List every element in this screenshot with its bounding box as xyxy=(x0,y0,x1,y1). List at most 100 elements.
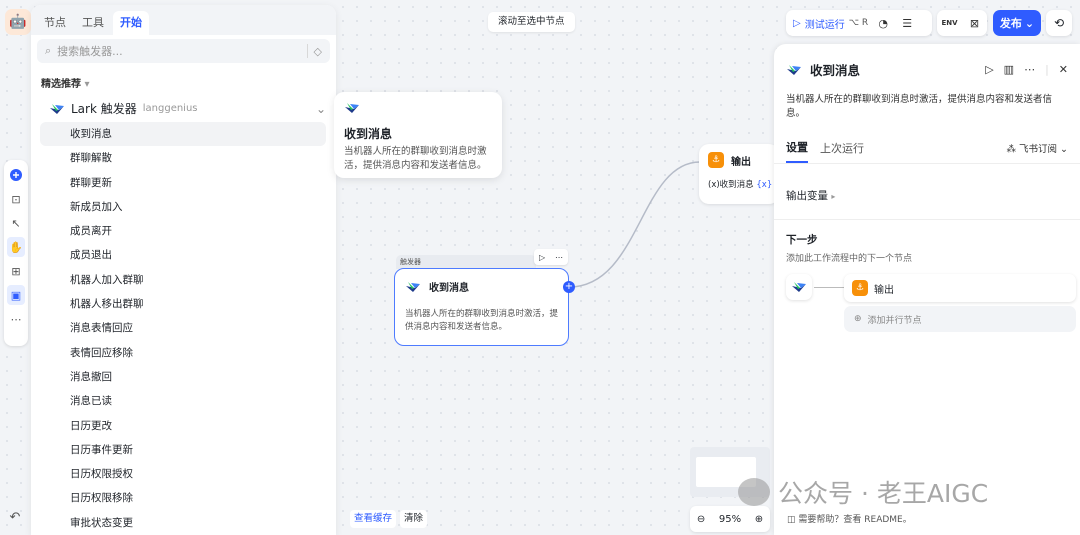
clear-button[interactable]: 清除 xyxy=(400,510,428,528)
organize-icon[interactable]: ⊞ xyxy=(7,261,25,281)
next-node-output[interactable]: ⚓ 输出 xyxy=(844,274,1076,302)
lark-logo-icon xyxy=(49,103,65,115)
connector-line xyxy=(814,287,844,288)
panel-title[interactable]: 收到消息 xyxy=(810,60,860,79)
output-node[interactable]: ⚓ 输出 (x)收到消息 {x} xyxy=(699,144,779,204)
chevron-down-icon: ⌄ xyxy=(1060,144,1068,155)
group-lark-trigger[interactable]: Lark 触发器 langgenius ⌄ xyxy=(31,90,336,117)
next-step-flow: ⚓ 输出 ⊕ 添加并行节点 xyxy=(786,274,1076,344)
variables-icon[interactable]: ☰ xyxy=(898,14,916,32)
subscription-label: 飞书订阅 xyxy=(1018,144,1057,155)
subscription-icon: ⁂ xyxy=(1006,144,1016,155)
docs-icon[interactable]: ▥ xyxy=(1004,63,1014,76)
trigger-item[interactable]: 机器人移出群聊 xyxy=(40,292,326,316)
group-author: langgenius xyxy=(142,103,198,114)
output-vars-toggle[interactable]: 输出变量 ▸ xyxy=(786,188,1068,203)
zoom-out-icon[interactable]: ⊖ xyxy=(697,514,705,525)
panel-tabs: 节点 工具 开始 xyxy=(31,5,336,35)
more-icon[interactable]: ⋯ xyxy=(555,253,563,262)
trigger-node-title: 收到消息 xyxy=(429,283,469,294)
book-icon: ◫ xyxy=(787,515,796,525)
node-tooltip: 收到消息 当机器人所在的群聊收到消息时激活，提供消息内容和发送者信息。 xyxy=(334,92,502,178)
trigger-item[interactable]: 日历权限移除 xyxy=(40,486,326,510)
run-node-icon[interactable]: ▷ xyxy=(539,253,545,262)
trigger-item[interactable]: 消息撤回 xyxy=(40,365,326,389)
tooltip-desc: 当机器人所在的群聊收到消息时激活，提供消息内容和发送者信息。 xyxy=(344,146,487,171)
output-icon: ⚓ xyxy=(852,280,868,296)
pointer-icon[interactable]: ↖ xyxy=(7,213,25,233)
trigger-item[interactable]: 机器人加入群聊 xyxy=(40,268,326,292)
help-text: 需要帮助？查看 README。 xyxy=(798,515,912,525)
wechat-logo-icon xyxy=(738,478,770,506)
subscription-selector[interactable]: ⁂ 飞书订阅 ⌄ xyxy=(1006,141,1068,161)
trigger-item[interactable]: 成员退出 xyxy=(40,243,326,267)
view-cache-button[interactable]: 查看缓存 xyxy=(350,510,397,528)
tab-tools[interactable]: 工具 xyxy=(75,11,111,35)
trigger-item[interactable]: 群聊更新 xyxy=(40,171,326,195)
node-actions: ▷ ⋯ xyxy=(534,249,568,265)
close-icon[interactable]: ✕ xyxy=(1059,63,1068,76)
var-suffix: {x} xyxy=(756,180,773,190)
more-icon[interactable]: ⋯ xyxy=(1024,63,1035,76)
var-icon: (x) xyxy=(708,180,720,190)
add-node-icon[interactable] xyxy=(7,165,25,185)
tab-settings[interactable]: 设置 xyxy=(786,139,808,163)
search-icon: ⌕ xyxy=(45,44,52,57)
tab-last-run[interactable]: 上次运行 xyxy=(820,140,864,162)
more-icon[interactable]: ⋯ xyxy=(7,309,25,329)
trigger-item[interactable]: 日历权限授权 xyxy=(40,462,326,486)
tab-start[interactable]: 开始 xyxy=(113,11,149,35)
trigger-item[interactable]: 消息表情回应 xyxy=(40,316,326,340)
chevron-down-icon[interactable]: ⌄ xyxy=(316,102,326,116)
env-icon[interactable]: ENV xyxy=(941,14,959,32)
tag-icon[interactable]: ◇ xyxy=(314,45,322,58)
history-icon[interactable]: ⟲ xyxy=(1046,10,1072,36)
add-parallel-node-button[interactable]: ⊕ 添加并行节点 xyxy=(844,306,1076,332)
panel-desc[interactable]: 当机器人所在的群聊收到消息时激活，提供消息内容和发送者信息。 xyxy=(786,91,1068,119)
watermark: 公众号 · 老王AIGC xyxy=(738,474,988,510)
trigger-item[interactable]: 表情回应移除 xyxy=(40,341,326,365)
trigger-tag: 触发器 xyxy=(396,255,536,269)
help-link[interactable]: ◫ 需要帮助？查看 README。 xyxy=(787,512,912,525)
tab-nodes[interactable]: 节点 xyxy=(37,11,73,35)
next-step-title: 下一步 xyxy=(786,234,818,246)
section-featured[interactable]: 精选推荐 ▾ xyxy=(31,63,336,90)
conversation-var-icon[interactable]: ⊠ xyxy=(966,14,984,32)
trigger-item[interactable]: 收到消息 xyxy=(40,122,326,147)
scroll-to-selected-button[interactable]: 滚动至选中节点 xyxy=(488,12,575,32)
trigger-item[interactable]: 新成员加入 xyxy=(40,195,326,219)
zoom-level[interactable]: 95% xyxy=(719,514,741,525)
hand-icon[interactable]: ✋ xyxy=(7,237,25,257)
run-shortcut: ⌥ R xyxy=(848,18,869,28)
checklist-icon[interactable]: ◔ xyxy=(874,14,892,32)
section-divider xyxy=(774,219,1080,220)
add-next-node-icon[interactable]: + xyxy=(563,281,575,293)
lark-logo-icon xyxy=(786,64,802,76)
trigger-item[interactable]: 成员离开 xyxy=(40,219,326,243)
trigger-node[interactable]: 收到消息 当机器人所在的群聊收到消息时激活，提供消息内容和发送者信息。 xyxy=(394,268,569,346)
test-run-button[interactable]: ▷ 测试运行 ⌥ R xyxy=(793,16,868,31)
trigger-list: 收到消息 群聊解散 群聊更新 新成员加入 成员离开 成员退出 机器人加入群聊 机器人移出群聊消… xyxy=(31,122,336,535)
play-icon: ▷ xyxy=(793,17,801,29)
publish-button[interactable]: 发布 ⌄ xyxy=(993,10,1041,36)
app-icon[interactable]: 🤖 xyxy=(5,9,31,35)
zoom-in-icon[interactable]: ⊕ xyxy=(755,514,763,525)
add-note-icon[interactable]: ⊡ xyxy=(7,189,25,209)
minimap-icon[interactable]: ▣ xyxy=(7,285,25,305)
trigger-item[interactable]: 消息已读 xyxy=(40,389,326,413)
env-toolbar: ENV ⊠ xyxy=(937,10,987,36)
trigger-item[interactable]: 审批状态变更 xyxy=(40,511,326,535)
trigger-item[interactable]: 日历事件更新 xyxy=(40,438,326,462)
trigger-item[interactable]: 群聊解散 xyxy=(40,146,326,170)
search-input[interactable]: 搜索触发器... xyxy=(57,43,123,59)
trigger-search[interactable]: ⌕ 搜索触发器... ◇ xyxy=(37,39,330,63)
output-var: (x)收到消息 {x} xyxy=(708,178,773,190)
divider: | xyxy=(1045,63,1049,76)
trigger-item[interactable]: 日历更改 xyxy=(40,414,326,438)
trigger-node-desc: 当机器人所在的群聊收到消息时激活，提供消息内容和发送者信息。 xyxy=(405,309,559,332)
run-step-icon[interactable]: ▷ xyxy=(985,63,993,76)
tabs-divider xyxy=(774,163,1080,164)
undo-icon[interactable]: ↶ xyxy=(6,508,24,526)
block-selector-panel: 节点 工具 开始 ⌕ 搜索触发器... ◇ 精选推荐 ▾ Lark 触发器 la… xyxy=(31,5,336,535)
lark-logo-icon xyxy=(344,102,360,114)
